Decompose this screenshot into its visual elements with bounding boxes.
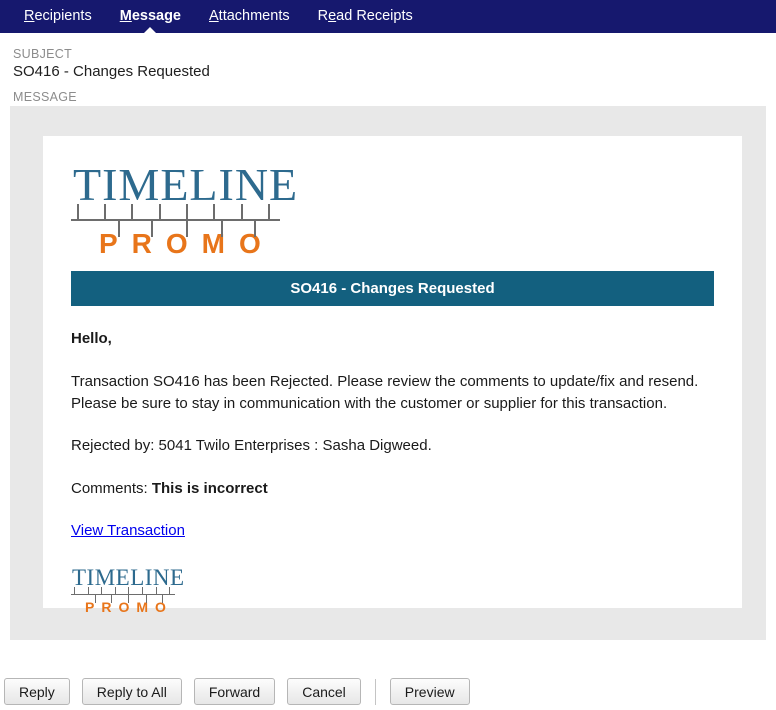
logo-word-promo: PROMO bbox=[99, 228, 275, 259]
logo-tick-up bbox=[156, 586, 157, 595]
logo-tick-up bbox=[169, 586, 170, 595]
logo-tick-up bbox=[159, 204, 161, 220]
email-comments-value: This is incorrect bbox=[151, 480, 268, 497]
action-button-bar: Reply Reply to All Forward Cancel Previe… bbox=[0, 678, 776, 705]
tab-bar: Recipients Message Attachments Read Rece… bbox=[0, 0, 776, 34]
logo-timeline-rule bbox=[71, 593, 175, 595]
logo-word-timeline: TIMELINE bbox=[73, 159, 299, 210]
logo-tick-up bbox=[115, 586, 116, 595]
logo-tick-up bbox=[213, 204, 215, 220]
logo-tick-up bbox=[131, 204, 133, 220]
subject-label: SUBJECT bbox=[13, 47, 73, 61]
active-tab-caret-icon bbox=[143, 27, 158, 34]
tab-recipients-accel: R bbox=[24, 8, 35, 24]
email-banner: SO416 - Changes Requested bbox=[71, 271, 714, 306]
logo-tick-up bbox=[77, 204, 79, 220]
forward-button[interactable]: Forward bbox=[193, 678, 276, 705]
logo-tick-down bbox=[146, 594, 147, 603]
tab-message-accel: M bbox=[119, 8, 132, 24]
email-link-row: View Transaction bbox=[71, 522, 714, 540]
logo-tick-up bbox=[186, 204, 188, 220]
tab-read-receipts-prefix: R bbox=[317, 8, 329, 24]
logo-tick-up bbox=[241, 204, 243, 220]
logo-tick-down bbox=[162, 594, 163, 603]
view-transaction-link[interactable]: View Transaction bbox=[71, 522, 185, 539]
logo-tick-down bbox=[95, 594, 96, 603]
tab-recipients[interactable]: Recipients bbox=[10, 0, 106, 33]
logo-word-promo: PROMO bbox=[85, 598, 173, 615]
tab-message-label: essage bbox=[131, 8, 181, 24]
email-paragraph: Transaction SO416 has been Rejected. Ple… bbox=[71, 372, 699, 412]
email-comments-label: Comments: bbox=[71, 480, 148, 497]
email-card: TIMELINE PROMO SO416 - Changes Requested bbox=[43, 136, 742, 614]
tab-message[interactable]: Message bbox=[106, 0, 195, 34]
preview-button[interactable]: Preview bbox=[389, 678, 470, 705]
logo-tick-up bbox=[268, 204, 270, 220]
button-bar-separator bbox=[374, 678, 376, 705]
tab-read-receipts-accel: e bbox=[328, 8, 337, 24]
logo-tick-down bbox=[128, 594, 129, 603]
tab-read-receipts-label: ad Receipts bbox=[336, 8, 413, 24]
reply-to-all-button[interactable]: Reply to All bbox=[81, 678, 182, 705]
email-footer-logo-wrap: TIMELINE PROMO bbox=[71, 566, 714, 616]
email-footer-logo: TIMELINE PROMO bbox=[71, 564, 185, 616]
logo-tick-down bbox=[151, 221, 153, 237]
logo-tick-down bbox=[221, 221, 223, 237]
email-header-logo: TIMELINE PROMO bbox=[71, 159, 299, 259]
logo-tick-up bbox=[142, 586, 143, 595]
message-preview-area: TIMELINE PROMO SO416 - Changes Requested bbox=[10, 106, 766, 640]
cancel-button[interactable]: Cancel bbox=[287, 678, 361, 705]
message-label: MESSAGE bbox=[13, 90, 77, 104]
tab-attachments-label: ttachments bbox=[218, 8, 290, 24]
logo-tick-up bbox=[88, 586, 89, 595]
logo-tick-up bbox=[128, 586, 129, 595]
logo-timeline-rule bbox=[71, 219, 280, 221]
logo-tick-up bbox=[74, 586, 75, 595]
logo-word-timeline: TIMELINE bbox=[72, 564, 185, 590]
logo-tick-up bbox=[101, 586, 102, 595]
reply-button[interactable]: Reply bbox=[4, 678, 70, 705]
email-rejected-by: Rejected by: 5041 Twilo Enterprises : Sa… bbox=[71, 437, 432, 455]
email-comments-row: Comments: This is incorrect bbox=[71, 478, 714, 500]
logo-tick-down bbox=[111, 594, 112, 603]
tab-attachments[interactable]: Attachments bbox=[195, 0, 304, 33]
logo-tick-down bbox=[254, 221, 256, 237]
logo-tick-down bbox=[118, 221, 120, 237]
logo-tick-up bbox=[104, 204, 106, 220]
tab-read-receipts[interactable]: Read Receipts bbox=[304, 0, 427, 33]
logo-tick-down bbox=[186, 221, 188, 237]
subject-value: SO416 - Changes Requested bbox=[13, 63, 210, 80]
tab-recipients-label: ecipients bbox=[34, 8, 92, 24]
tab-attachments-accel: A bbox=[209, 8, 219, 24]
email-greeting: Hello, bbox=[71, 330, 112, 347]
